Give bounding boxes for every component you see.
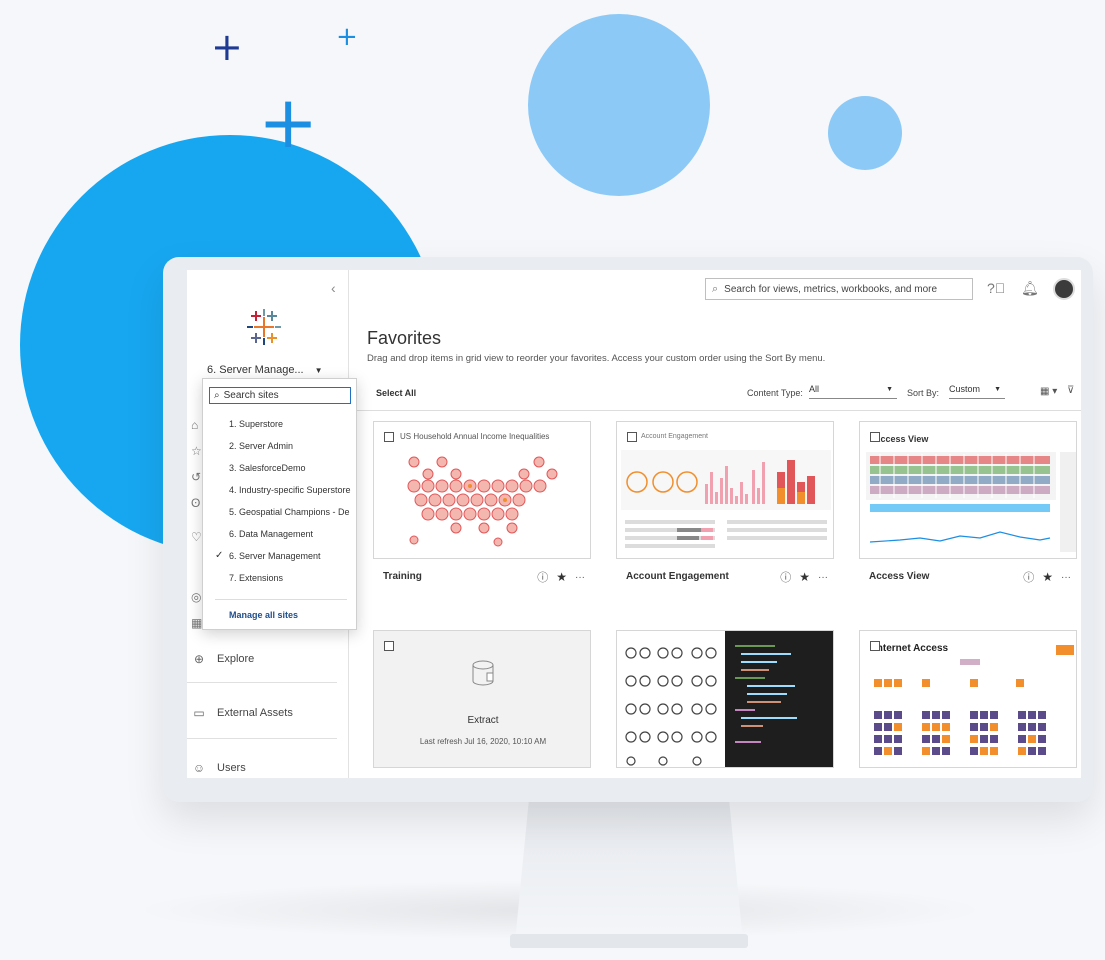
- sidebar-item-explore[interactable]: ⊕ Explore: [191, 651, 254, 667]
- info-icon[interactable]: ⓘ: [780, 569, 791, 585]
- card-thumbnail[interactable]: US Household Annual Income Inequalities: [373, 421, 591, 559]
- extract-refresh-time: Last refresh Jul 16, 2020, 10:10 AM: [419, 737, 547, 746]
- info-icon[interactable]: ⓘ: [1023, 569, 1034, 585]
- internet-access-thumbnail: [874, 645, 1074, 755]
- hex-map-thumbnail: [407, 456, 558, 547]
- select-checkbox[interactable]: [627, 432, 637, 442]
- site-option[interactable]: 2. Server Admin: [229, 441, 354, 451]
- filter-icon[interactable]: ⊽: [1067, 385, 1074, 396]
- page-subtitle: Drag and drop items in grid view to reor…: [367, 353, 826, 364]
- content-type-value: All: [809, 384, 820, 394]
- card-name[interactable]: Access View: [869, 571, 929, 582]
- site-option[interactable]: 7. Extensions: [229, 573, 354, 583]
- sidebar-item-users[interactable]: ☺ Users: [191, 760, 246, 776]
- home-icon[interactable]: ⌂: [191, 418, 198, 432]
- site-switcher-label: 6. Server Manage...: [207, 364, 304, 376]
- info-icon[interactable]: ⓘ: [537, 569, 548, 585]
- favorite-star-icon[interactable]: ★: [799, 570, 810, 584]
- site-dropdown-menu: ⌕ Search sites 1. Superstore 2. Server A…: [202, 378, 357, 630]
- divider: [187, 738, 337, 739]
- select-checkbox[interactable]: [870, 641, 880, 651]
- sidebar-item-label: Users: [217, 762, 246, 774]
- card-thumbnail[interactable]: Access View: [859, 421, 1077, 559]
- card-actions: ⓘ ★ ···: [780, 569, 828, 585]
- caret-down-icon: ▼: [886, 386, 893, 393]
- toolbar-divider: [355, 410, 1081, 411]
- select-checkbox[interactable]: [384, 641, 394, 651]
- site-option[interactable]: 3. SalesforceDemo: [229, 463, 354, 473]
- explore-icon: ⊕: [193, 652, 205, 666]
- collapse-sidebar-icon[interactable]: ‹: [331, 280, 336, 296]
- help-icon[interactable]: ?⃝: [987, 280, 1005, 296]
- site-option[interactable]: 1. Superstore: [229, 419, 354, 429]
- search-icon: ⌕: [712, 282, 719, 295]
- select-all-button[interactable]: Select All: [376, 388, 416, 398]
- bike-catalog-thumbnail: [617, 631, 833, 767]
- light-blue-circle: [528, 14, 710, 196]
- site-option-selected[interactable]: 6. Server Management: [229, 551, 354, 561]
- small-blue-circle: [828, 96, 902, 170]
- site-search-input[interactable]: ⌕ Search sites: [209, 387, 351, 404]
- page-title: Favorites: [367, 328, 442, 348]
- divider: [215, 599, 347, 600]
- more-actions-icon[interactable]: ···: [575, 572, 585, 583]
- caret-down-icon: ▼: [994, 386, 1001, 393]
- site-option[interactable]: 4. Industry-specific Superstore: [229, 485, 354, 495]
- more-actions-icon[interactable]: ···: [818, 572, 828, 583]
- card-name[interactable]: Account Engagement: [626, 571, 729, 582]
- card-actions: ⓘ ★ ···: [537, 569, 585, 585]
- grid-view-icon[interactable]: ▦ ▾: [1040, 386, 1057, 397]
- collections-icon[interactable]: ▦: [191, 616, 202, 630]
- users-icon: ☺: [192, 761, 206, 775]
- search-icon: ⌕: [214, 390, 220, 401]
- card-thumbnail[interactable]: Internet Access: [859, 630, 1077, 768]
- card-thumbnail[interactable]: [616, 630, 834, 768]
- dashboard-thumbnail: [621, 450, 831, 548]
- favorites-icon[interactable]: ☆: [191, 444, 202, 458]
- sidebar-item-label: External Assets: [217, 707, 293, 719]
- sort-by-value: Custom: [949, 384, 981, 394]
- tableau-logo-icon: [247, 309, 281, 345]
- site-switcher[interactable]: 6. Server Manage... ▼: [207, 364, 323, 376]
- database-icon: [472, 660, 494, 686]
- content-type-label: Content Type:: [747, 388, 803, 398]
- plus-icon: +: [211, 25, 243, 69]
- search-placeholder: Search for views, metrics, workbooks, an…: [724, 283, 938, 295]
- recents-icon[interactable]: ↺: [191, 470, 201, 484]
- favorite-star-icon[interactable]: ★: [556, 570, 567, 584]
- caret-down-icon: ▼: [314, 366, 323, 375]
- more-actions-icon[interactable]: ···: [1061, 572, 1071, 583]
- extract-type-label: Extract: [467, 715, 499, 726]
- monitor-base: [510, 934, 748, 948]
- sort-by-label: Sort By:: [907, 388, 940, 398]
- plus-icon: +: [336, 22, 358, 52]
- divider: [187, 682, 337, 683]
- monitor-stand: [515, 802, 743, 942]
- user-avatar[interactable]: [1053, 278, 1075, 300]
- select-checkbox[interactable]: [870, 432, 880, 442]
- plus-icon: +: [258, 80, 319, 164]
- access-view-thumbnail: [866, 452, 1076, 552]
- sort-by-select[interactable]: Custom ▼: [949, 384, 1005, 399]
- external-assets-icon: ▭: [193, 706, 205, 720]
- site-option[interactable]: 5. Geospatial Champions - De: [229, 507, 354, 517]
- sidebar-item-label: Explore: [217, 653, 255, 665]
- global-search-input[interactable]: ⌕ Search for views, metrics, workbooks, …: [705, 278, 973, 300]
- favorite-star-icon[interactable]: ★: [1042, 570, 1053, 584]
- select-checkbox[interactable]: [384, 432, 394, 442]
- card-actions: ⓘ ★ ···: [1023, 569, 1071, 585]
- manage-all-sites-link[interactable]: Manage all sites: [229, 610, 298, 620]
- checkmark-icon: ✓: [215, 550, 224, 561]
- site-option[interactable]: 6. Data Management: [229, 529, 354, 539]
- recommendations-icon[interactable]: ♡: [191, 530, 202, 544]
- notifications-bell-icon[interactable]: 🔔︎: [1021, 280, 1039, 297]
- site-search-placeholder: Search sites: [223, 390, 279, 401]
- card-name[interactable]: Training: [383, 571, 422, 582]
- card-thumbnail[interactable]: Extract Last refresh Jul 16, 2020, 10:10…: [373, 630, 591, 768]
- shared-icon[interactable]: ʘ: [191, 496, 200, 510]
- card-thumbnail[interactable]: Account Engagement: [616, 421, 834, 559]
- personal-space-icon[interactable]: ◎: [191, 590, 201, 604]
- content-type-select[interactable]: All ▼: [809, 384, 897, 399]
- sidebar-item-external-assets[interactable]: ▭ External Assets: [191, 705, 293, 721]
